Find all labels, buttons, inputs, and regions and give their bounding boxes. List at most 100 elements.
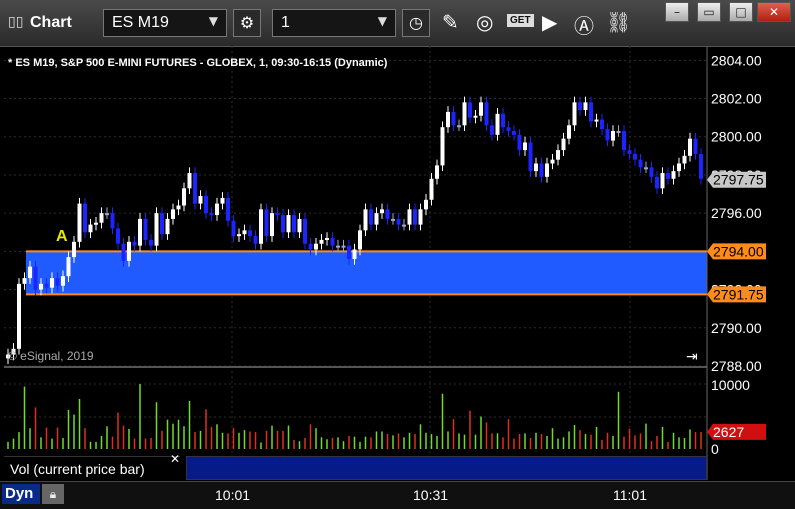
candle-body <box>286 215 291 233</box>
close-icon[interactable]: ✕ <box>170 452 180 466</box>
candle-body <box>545 163 549 177</box>
candle-body <box>413 209 417 225</box>
time-axis <box>0 481 795 509</box>
chart-title: * ES M19, S&P 500 E-MINI FUTURES - GLOBE… <box>8 57 388 69</box>
candle-body <box>561 138 566 151</box>
candle-body <box>28 266 32 279</box>
candle-body <box>39 283 43 290</box>
upper-level-tag-text: 2794.00 <box>713 243 764 259</box>
candle-body <box>633 153 637 160</box>
candle-body <box>649 167 654 177</box>
scroll-to-end-icon[interactable]: ⇥ <box>686 348 698 364</box>
candle-body <box>99 213 104 223</box>
candle-body <box>534 163 538 172</box>
candle-body <box>611 131 615 141</box>
lock-icon[interactable]: 🔒︎ <box>42 484 64 504</box>
candle-body <box>61 276 65 286</box>
time-label: 10:31 <box>413 487 449 503</box>
candle-body <box>589 102 593 122</box>
candle-body <box>187 173 192 189</box>
candle-body <box>473 115 478 118</box>
candle-body <box>495 113 500 135</box>
candle-body <box>391 218 395 221</box>
candle-body <box>616 131 621 134</box>
candle-body <box>237 234 241 237</box>
candle-body <box>83 203 87 233</box>
candle-body <box>671 171 676 179</box>
candle-body <box>523 142 527 151</box>
candle-body <box>550 159 555 164</box>
candle-body <box>693 138 698 154</box>
candle-body <box>600 119 604 130</box>
candle-body <box>638 159 643 168</box>
candle-body <box>594 119 599 122</box>
chart-window: ▯▯ Chart ES M19 ▼ ⚙ 1 ▼ ◷ ✎ ◎ GET ▶ Ⓐ ⛓ … <box>0 0 795 509</box>
candle-body <box>644 167 648 170</box>
price-tick-label: 2796.00 <box>711 205 762 221</box>
candle-body <box>259 209 263 244</box>
candle-body <box>281 215 285 233</box>
price-chart[interactable]: 2804.002802.002800.002798.002796.002794.… <box>0 0 795 480</box>
candle-body <box>578 102 582 110</box>
candle-body <box>154 213 159 246</box>
candle-body <box>77 203 82 242</box>
candle-body <box>72 241 76 258</box>
candle-body <box>319 239 324 244</box>
volume-axis: 10000 0 <box>711 377 750 457</box>
candle-body <box>490 125 494 135</box>
candle-body <box>446 111 450 128</box>
candle-body <box>171 209 175 219</box>
candle-body <box>275 213 280 216</box>
candle-body <box>22 278 27 284</box>
candle-body <box>165 218 170 235</box>
candle-body <box>501 113 505 128</box>
candle-body <box>484 102 489 126</box>
candle-body <box>374 213 379 225</box>
candle-body <box>297 218 302 233</box>
candle-body <box>264 209 269 237</box>
candle-body <box>424 199 428 210</box>
candle-body <box>248 230 252 237</box>
candle-body <box>627 150 632 154</box>
candle-body <box>457 125 461 128</box>
candle-body <box>220 197 225 204</box>
candle-body <box>479 102 483 116</box>
last-price-tag-text: 2797.75 <box>713 172 764 188</box>
time-label: 11:01 <box>613 487 647 503</box>
candle-body <box>396 218 401 225</box>
candle-body <box>435 165 439 179</box>
candle-body <box>407 209 412 225</box>
candle-body <box>50 278 54 288</box>
candle-body <box>402 224 406 227</box>
candle-body <box>418 209 423 225</box>
candle-body <box>242 230 247 235</box>
candle-body <box>655 176 659 189</box>
candle-body <box>699 153 703 179</box>
candle-body <box>314 243 318 250</box>
candle-body <box>88 224 93 233</box>
dynamic-button[interactable]: Dyn <box>2 484 40 504</box>
candle-body <box>369 209 373 225</box>
candle-body <box>336 245 340 248</box>
candle-body <box>677 163 681 172</box>
lower-level-tag-text: 2791.75 <box>713 286 764 302</box>
candle-body <box>110 213 115 229</box>
price-tick-label: 2804.00 <box>711 52 762 68</box>
candle-body <box>33 266 38 290</box>
annotation-a[interactable]: A <box>56 228 68 245</box>
price-tick-label: 2788.00 <box>711 358 762 374</box>
candle-body <box>66 257 71 277</box>
candle-body <box>666 173 670 179</box>
candle-body <box>660 173 665 189</box>
candle-body <box>176 205 181 210</box>
volume-study-strip <box>186 456 707 480</box>
price-tick-label: 2800.00 <box>711 129 762 145</box>
time-label: 10:01 <box>215 487 251 503</box>
candle-body <box>138 218 142 246</box>
candle-body <box>341 245 346 248</box>
candle-body <box>292 215 296 233</box>
candle-body <box>44 283 49 288</box>
candle-body <box>105 213 109 216</box>
candle-body <box>55 278 60 286</box>
candle-body <box>385 209 390 219</box>
